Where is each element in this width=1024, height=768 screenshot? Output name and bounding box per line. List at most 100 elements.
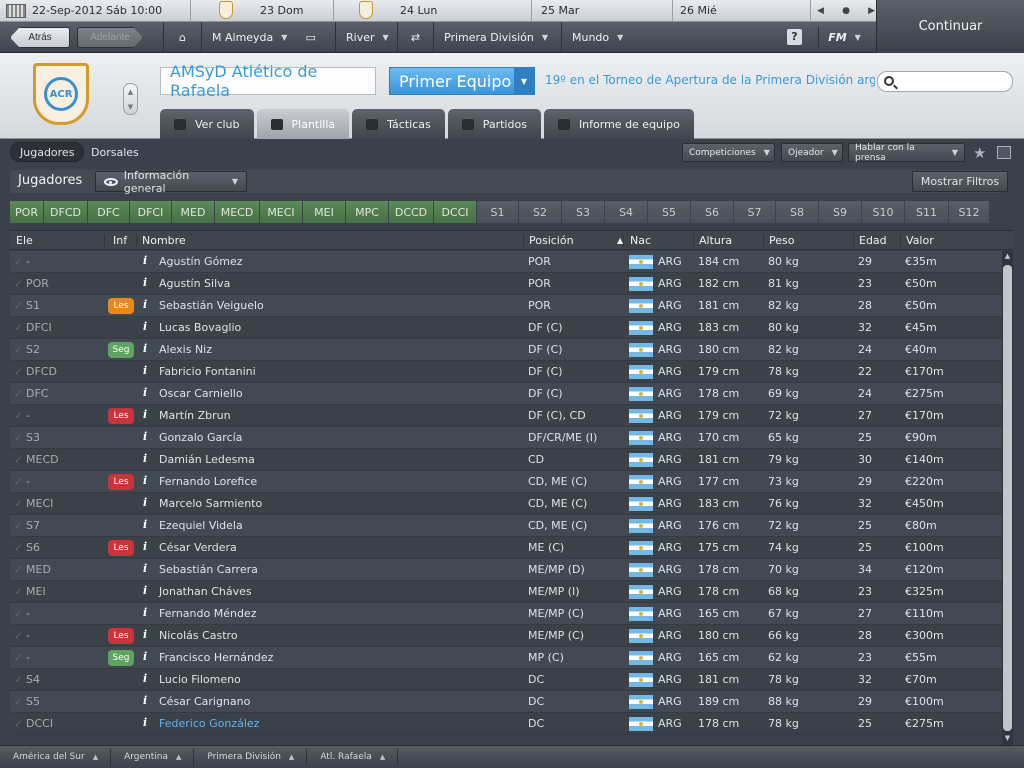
status-badge[interactable]: Les	[108, 474, 134, 490]
position-filter[interactable]: S10	[862, 201, 905, 223]
info-icon[interactable]: i	[143, 694, 147, 707]
info-icon[interactable]: i	[143, 562, 147, 575]
column-age[interactable]: Edad	[853, 234, 887, 247]
check-icon[interactable]: ✓	[14, 519, 26, 532]
info-icon[interactable]: i	[143, 628, 147, 641]
info-icon[interactable]: i	[143, 320, 147, 333]
player-name[interactable]: Oscar Carniello	[159, 387, 243, 400]
status-badge[interactable]: Les	[108, 540, 134, 556]
tab-tacticas[interactable]: Tácticas	[352, 109, 445, 139]
info-icon[interactable]: i	[143, 342, 147, 355]
match-crest-icon[interactable]	[359, 1, 373, 19]
breadcrumb-item[interactable]: América del Sur ▲	[0, 749, 112, 765]
column-weight[interactable]: Peso	[763, 234, 794, 247]
info-icon[interactable]: i	[143, 430, 147, 443]
table-row[interactable]: ✓ - Seg i Francisco Hernández MP (C) ARG 165 cm…	[10, 647, 1002, 669]
column-nationality[interactable]: Nac	[623, 234, 651, 247]
info-icon[interactable]: i	[143, 386, 147, 399]
table-row[interactable]: ✓ S2 Seg i Alexis Niz DF (C) ARG 180 cm 82 kg 24 €…	[10, 339, 1002, 361]
position-filter[interactable]: S11	[905, 201, 949, 223]
position-filter[interactable]: S2	[519, 201, 562, 223]
player-name[interactable]: Agustín Gómez	[159, 255, 243, 268]
player-name[interactable]: Lucas Bovaglio	[159, 321, 241, 334]
column-value[interactable]: Valor	[900, 234, 934, 247]
club-name[interactable]: AMSyD Atlético de Rafaela	[160, 62, 376, 100]
position-filter[interactable]: S8	[776, 201, 819, 223]
scrollbar[interactable]: ▲ ▼	[1002, 251, 1013, 745]
position-filter[interactable]: DFCI	[130, 201, 172, 223]
tab-partidos[interactable]: Partidos	[447, 109, 541, 139]
check-icon[interactable]: ✓	[14, 475, 26, 488]
check-icon[interactable]: ✓	[14, 497, 26, 510]
calendar-day[interactable]: 23 Dom	[260, 4, 303, 17]
player-name[interactable]: Alexis Niz	[159, 343, 212, 356]
player-name[interactable]: Lucio Filomeno	[159, 673, 241, 686]
status-badge[interactable]: Seg	[108, 342, 134, 358]
add-icon[interactable]	[997, 146, 1011, 159]
info-icon[interactable]: i	[143, 298, 147, 311]
competitions-button[interactable]: Competiciones ▼	[682, 143, 775, 162]
table-row[interactable]: ✓ MEI i Jonathan Cháves ME/MP (I) ARG 178 cm 68…	[10, 581, 1002, 603]
press-button[interactable]: Hablar con la prensa ▼	[848, 143, 965, 163]
player-name[interactable]: Francisco Hernández	[159, 651, 273, 664]
table-row[interactable]: ✓ S6 Les i César Verdera ME (C) ARG 175 cm 74 kg…	[10, 537, 1002, 559]
column-position[interactable]: Posición	[523, 234, 574, 247]
position-filter[interactable]: S5	[648, 201, 691, 223]
table-row[interactable]: ✓ DFC i Oscar Carniello DF (C) ARG 178 cm 69 kg…	[10, 383, 1002, 405]
breadcrumb-item[interactable]: Atl. Rafaela ▲	[307, 749, 399, 765]
position-filter[interactable]: DCCD	[389, 201, 434, 223]
scout-button[interactable]: Ojeador ▼	[781, 143, 843, 162]
position-filter[interactable]: MEI	[303, 201, 346, 223]
position-filter[interactable]: MED	[172, 201, 215, 223]
chevron-down-icon[interactable]: ▼	[514, 68, 534, 94]
info-icon[interactable]: i	[143, 716, 147, 729]
check-icon[interactable]: ✓	[14, 651, 26, 664]
player-name[interactable]: Martín Zbrun	[159, 409, 231, 422]
column-height[interactable]: Altura	[693, 234, 732, 247]
table-row[interactable]: ✓ S7 i Ezequiel Videla CD, ME (C) ARG 176 cm 72…	[10, 515, 1002, 537]
table-row[interactable]: ✓ MED i Sebastián Carrera ME/MP (D) ARG 178 cm…	[10, 559, 1002, 581]
table-row[interactable]: ✓ POR i Agustín Silva POR ARG 182 cm 81 kg 23 €50…	[10, 273, 1002, 295]
show-filters-button[interactable]: Mostrar Filtros	[912, 171, 1008, 192]
position-filter[interactable]: MECD	[215, 201, 260, 223]
subtab-dorsales[interactable]: Dorsales	[82, 142, 148, 162]
info-icon[interactable]: i	[143, 254, 147, 267]
column-inf[interactable]: Inf	[104, 234, 127, 247]
position-filter[interactable]: S6	[691, 201, 734, 223]
swap-button[interactable]: ⇄	[397, 22, 433, 53]
check-icon[interactable]: ✓	[14, 343, 26, 356]
player-name[interactable]: César Carignano	[159, 695, 250, 708]
info-icon[interactable]: i	[143, 606, 147, 619]
player-name[interactable]: Federico González	[159, 717, 259, 730]
info-icon[interactable]: i	[143, 408, 147, 421]
info-icon[interactable]: i	[143, 650, 147, 663]
position-filter[interactable]: S9	[819, 201, 862, 223]
info-icon[interactable]: i	[143, 584, 147, 597]
player-name[interactable]: Ezequiel Videla	[159, 519, 243, 532]
status-badge[interactable]: Les	[108, 408, 134, 424]
check-icon[interactable]: ✓	[14, 695, 26, 708]
position-filter[interactable]: S3	[562, 201, 605, 223]
manager-menu[interactable]: M Almeyda ▼ ▭	[201, 22, 335, 53]
view-dropdown[interactable]: Información general ▼	[95, 169, 247, 195]
player-name[interactable]: Fernando Méndez	[159, 607, 256, 620]
table-row[interactable]: ✓ DFCD i Fabricio Fontanini DF (C) ARG 179 cm 7…	[10, 361, 1002, 383]
player-name[interactable]: Nicolás Castro	[159, 629, 238, 642]
home-button[interactable]: ⌂	[163, 22, 201, 53]
check-icon[interactable]: ✓	[14, 607, 26, 620]
status-badge[interactable]: Les	[108, 298, 134, 314]
info-icon[interactable]: i	[143, 496, 147, 509]
scroll-thumb[interactable]	[1003, 265, 1012, 731]
team-selector[interactable]: Primer Equipo ▼	[389, 67, 535, 95]
player-name[interactable]: Marcelo Sarmiento	[159, 497, 262, 510]
subtab-jugadores[interactable]: Jugadores	[10, 142, 85, 162]
help-button[interactable]: ?	[787, 29, 802, 45]
table-row[interactable]: ✓ - Les i Martín Zbrun DF (C), CD ARG 179 cm 72 …	[10, 405, 1002, 427]
breadcrumb-item[interactable]: Primera División ▲	[194, 749, 308, 765]
table-row[interactable]: ✓ S4 i Lucio Filomeno DC ARG 181 cm 78 kg 32 €70m	[10, 669, 1002, 691]
chevron-up-icon[interactable]: ▲	[128, 88, 133, 96]
calendar-day[interactable]: 26 Mié	[680, 4, 717, 17]
search-input[interactable]	[877, 71, 1013, 92]
check-icon[interactable]: ✓	[14, 563, 26, 576]
info-icon[interactable]: i	[143, 518, 147, 531]
